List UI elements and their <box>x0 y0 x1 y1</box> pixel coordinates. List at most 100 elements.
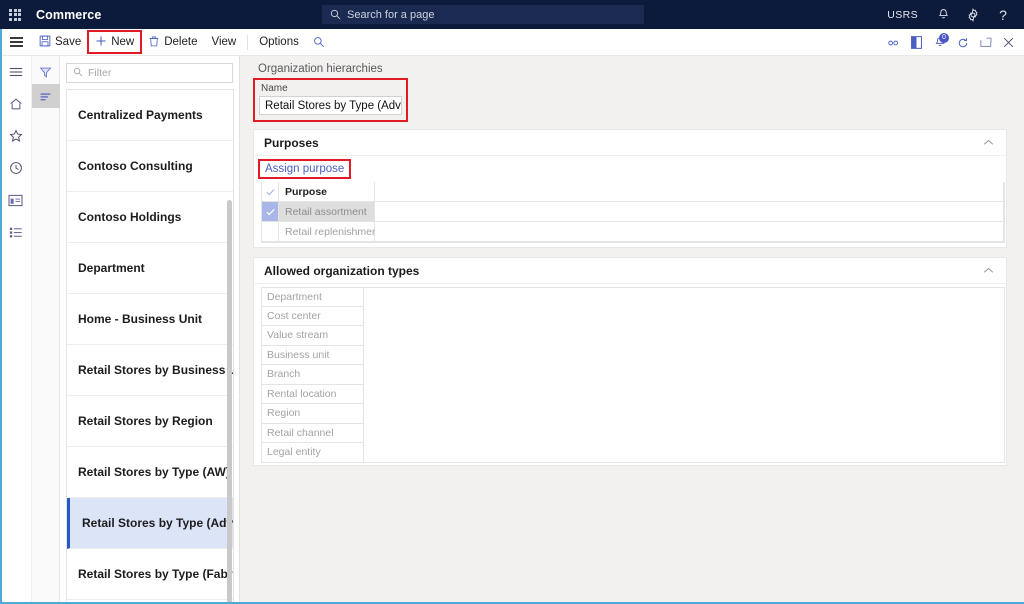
purposes-header[interactable]: Purposes <box>254 130 1006 156</box>
notification-count-badge: 0 <box>939 33 949 43</box>
list-item-label: Centralized Payments <box>78 108 203 122</box>
purpose-column-header[interactable]: Purpose <box>279 182 375 202</box>
org-type-cell[interactable]: Cost center <box>261 306 364 326</box>
list-item[interactable]: Retail Stores by Business Unit <box>67 345 233 396</box>
list-item-label: Retail Stores by Type (AW) <box>78 465 230 479</box>
name-field-highlight: Name Retail Stores by Type (Adventur... <box>253 78 408 122</box>
org-type-cell[interactable]: Legal entity <box>261 443 364 463</box>
filter-funnel-icon[interactable] <box>32 60 60 84</box>
notifications-icon[interactable]: 0 <box>928 29 951 56</box>
view-button[interactable]: View <box>204 31 243 53</box>
save-button[interactable]: Save <box>32 31 88 53</box>
list-item[interactable]: Retail Stores by Type (AW) <box>67 447 233 498</box>
org-type-cell[interactable]: Region <box>261 404 364 424</box>
help-question-icon[interactable]: ? <box>988 0 1018 29</box>
user-initials[interactable]: USRS <box>877 9 928 21</box>
list-item[interactable]: Contoso Holdings <box>67 192 233 243</box>
list-view-icon[interactable] <box>31 84 60 108</box>
filter-placeholder: Filter <box>88 67 112 79</box>
list-item[interactable]: Contoso Consulting <box>67 141 233 192</box>
purpose-name-cell[interactable]: Retail assortment <box>279 202 375 222</box>
list-scrollbar-thumb[interactable] <box>227 200 232 604</box>
global-search-input[interactable]: Search for a page <box>322 5 644 24</box>
open-in-new-window-icon[interactable] <box>974 29 997 56</box>
purposes-grid-header: Purpose <box>261 182 1004 202</box>
save-label: Save <box>55 36 82 48</box>
list-panel-rail <box>31 56 60 604</box>
application-window: Commerce Search for a page USRS ? Save N… <box>0 0 1024 604</box>
notification-bell-icon[interactable] <box>928 0 958 29</box>
org-type-cell[interactable]: Rental location <box>261 384 364 404</box>
purposes-title: Purposes <box>264 135 319 150</box>
grid-empty-area <box>375 222 1004 242</box>
org-type-cell[interactable]: Department <box>261 287 364 307</box>
filter-input[interactable]: Filter <box>66 63 233 83</box>
close-icon[interactable] <box>997 29 1020 56</box>
assign-purpose-button[interactable]: Assign purpose <box>257 159 352 179</box>
purpose-name-cell[interactable]: Retail replenishment <box>279 222 381 242</box>
org-type-cell[interactable]: Branch <box>261 365 364 385</box>
hamburger-menu-icon[interactable] <box>0 29 32 56</box>
command-search-icon[interactable] <box>306 31 332 53</box>
command-bar-right-icons: 0 <box>882 29 1020 56</box>
expand-nav-icon[interactable] <box>4 62 28 82</box>
org-types-column: Department Cost center Value stream Busi… <box>261 287 364 463</box>
settings-gear-icon[interactable] <box>958 0 988 29</box>
attach-link-icon[interactable] <box>882 29 905 56</box>
list-item-label: Home - Business Unit <box>78 312 203 326</box>
favorites-star-icon[interactable] <box>4 126 28 146</box>
row-checkbox[interactable] <box>261 222 279 242</box>
list-item-label: Department <box>78 261 145 275</box>
table-row[interactable]: Retail replenishment <box>261 222 1004 242</box>
search-icon <box>330 9 341 20</box>
allowed-organization-types-section: Allowed organization types Department Co… <box>253 257 1007 466</box>
recent-clock-icon[interactable] <box>4 158 28 178</box>
office-app-icon[interactable] <box>905 29 928 56</box>
save-disk-icon <box>39 35 51 50</box>
allowed-org-types-header[interactable]: Allowed organization types <box>254 258 1006 284</box>
trash-icon <box>148 35 160 50</box>
options-button[interactable]: Options <box>252 31 306 53</box>
list-item[interactable]: Home - Business Unit <box>67 294 233 345</box>
search-icon <box>73 64 83 82</box>
home-icon[interactable] <box>4 94 28 114</box>
top-right-controls: USRS ? <box>877 0 1018 29</box>
purposes-section: Purposes Assign purpose Purpose Retail a… <box>253 129 1007 248</box>
global-search-placeholder: Search for a page <box>347 8 435 21</box>
org-type-cell[interactable]: Value stream <box>261 326 364 346</box>
list-item-label: Retail Stores by Region <box>78 414 213 428</box>
list-item-label: Retail Stores by Business Unit <box>78 363 233 377</box>
allowed-org-types-grid: Department Cost center Value stream Busi… <box>261 287 1005 463</box>
purposes-toolbar: Assign purpose <box>254 156 1006 182</box>
list-item-label: Contoso Consulting <box>78 159 193 173</box>
view-label: View <box>211 36 237 48</box>
top-navigation-bar: Commerce Search for a page USRS ? <box>0 0 1024 29</box>
name-input-value: Retail Stores by Type (Adventur... <box>265 99 401 112</box>
list-item[interactable]: Department <box>67 243 233 294</box>
left-accent-edge <box>0 29 2 604</box>
delete-button[interactable]: Delete <box>141 31 204 53</box>
left-navigation-rail <box>0 56 32 604</box>
list-item-label: Contoso Holdings <box>78 210 182 224</box>
command-separator <box>247 34 249 50</box>
modules-list-icon[interactable] <box>4 222 28 242</box>
list-item[interactable]: Centralized Payments <box>67 90 233 141</box>
waffle-grid-icon[interactable] <box>0 0 30 29</box>
org-type-cell[interactable]: Retail channel <box>261 423 364 443</box>
chevron-up-icon[interactable] <box>983 139 994 146</box>
chevron-up-icon[interactable] <box>983 267 994 274</box>
select-all-checkbox[interactable] <box>261 182 279 202</box>
list-item[interactable]: Retail Stores by Region <box>67 396 233 447</box>
name-input[interactable]: Retail Stores by Type (Adventur... <box>259 96 402 115</box>
list-item-label: Retail Stores by Type (Fabrik.. <box>78 567 233 581</box>
main-content: Organization hierarchies Name Retail Sto… <box>241 56 1024 604</box>
new-button[interactable]: New <box>87 30 143 54</box>
grid-empty-header-area <box>375 182 1004 202</box>
org-type-cell[interactable]: Business unit <box>261 345 364 365</box>
workspaces-icon[interactable] <box>4 190 28 210</box>
table-row[interactable]: Retail assortment <box>261 202 1004 222</box>
list-item[interactable]: Retail Stores by Type (Fabrik.. <box>67 549 233 600</box>
list-item-selected[interactable]: Retail Stores by Type (Advent <box>67 498 233 549</box>
row-checkbox-checked[interactable] <box>261 202 279 222</box>
refresh-icon[interactable] <box>951 29 974 56</box>
